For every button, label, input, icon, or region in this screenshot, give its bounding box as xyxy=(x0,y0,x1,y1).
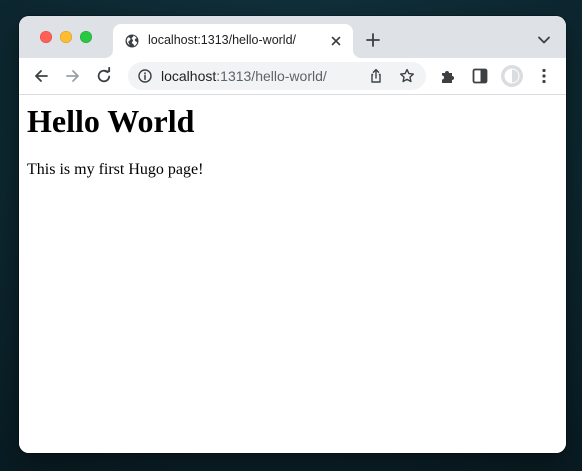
star-icon[interactable] xyxy=(399,68,415,84)
info-icon[interactable] xyxy=(138,69,152,83)
page-paragraph: This is my first Hugo page! xyxy=(27,161,204,178)
kebab-menu-icon[interactable] xyxy=(534,66,554,86)
side-panel-icon[interactable] xyxy=(470,66,490,86)
window-close-button[interactable] xyxy=(40,31,52,43)
puzzle-icon[interactable] xyxy=(438,66,458,86)
arrow-right-icon[interactable] xyxy=(63,66,83,86)
url-host: localhost xyxy=(161,68,217,84)
active-tab[interactable]: localhost:1313/hello-world/ xyxy=(113,24,353,58)
page-content: Hello World This is my first Hugo page! xyxy=(19,95,566,453)
globe-icon xyxy=(125,34,139,48)
toolbar: localhost:1313/hello-world/ xyxy=(19,58,566,95)
url-text: localhost:1313/hello-world/ xyxy=(161,68,327,84)
chevron-down-icon[interactable] xyxy=(537,35,551,45)
avatar-icon[interactable] xyxy=(501,65,523,87)
tab-strip: localhost:1313/hello-world/ xyxy=(19,16,566,58)
window-maximize-button[interactable] xyxy=(80,31,92,43)
tab-title: localhost:1313/hello-world/ xyxy=(148,33,297,47)
plus-icon[interactable] xyxy=(365,32,381,48)
share-icon[interactable] xyxy=(368,68,384,84)
address-bar[interactable]: localhost:1313/hello-world/ xyxy=(128,62,426,90)
window-minimize-button[interactable] xyxy=(60,31,72,43)
close-icon[interactable] xyxy=(329,34,343,48)
arrow-left-icon[interactable] xyxy=(31,66,51,86)
reload-icon[interactable] xyxy=(94,66,114,86)
page-heading: Hello World xyxy=(27,103,195,139)
url-path: :1313/hello-world/ xyxy=(216,68,327,84)
browser-window: localhost:1313/hello-world/ localhost:13… xyxy=(19,16,566,453)
